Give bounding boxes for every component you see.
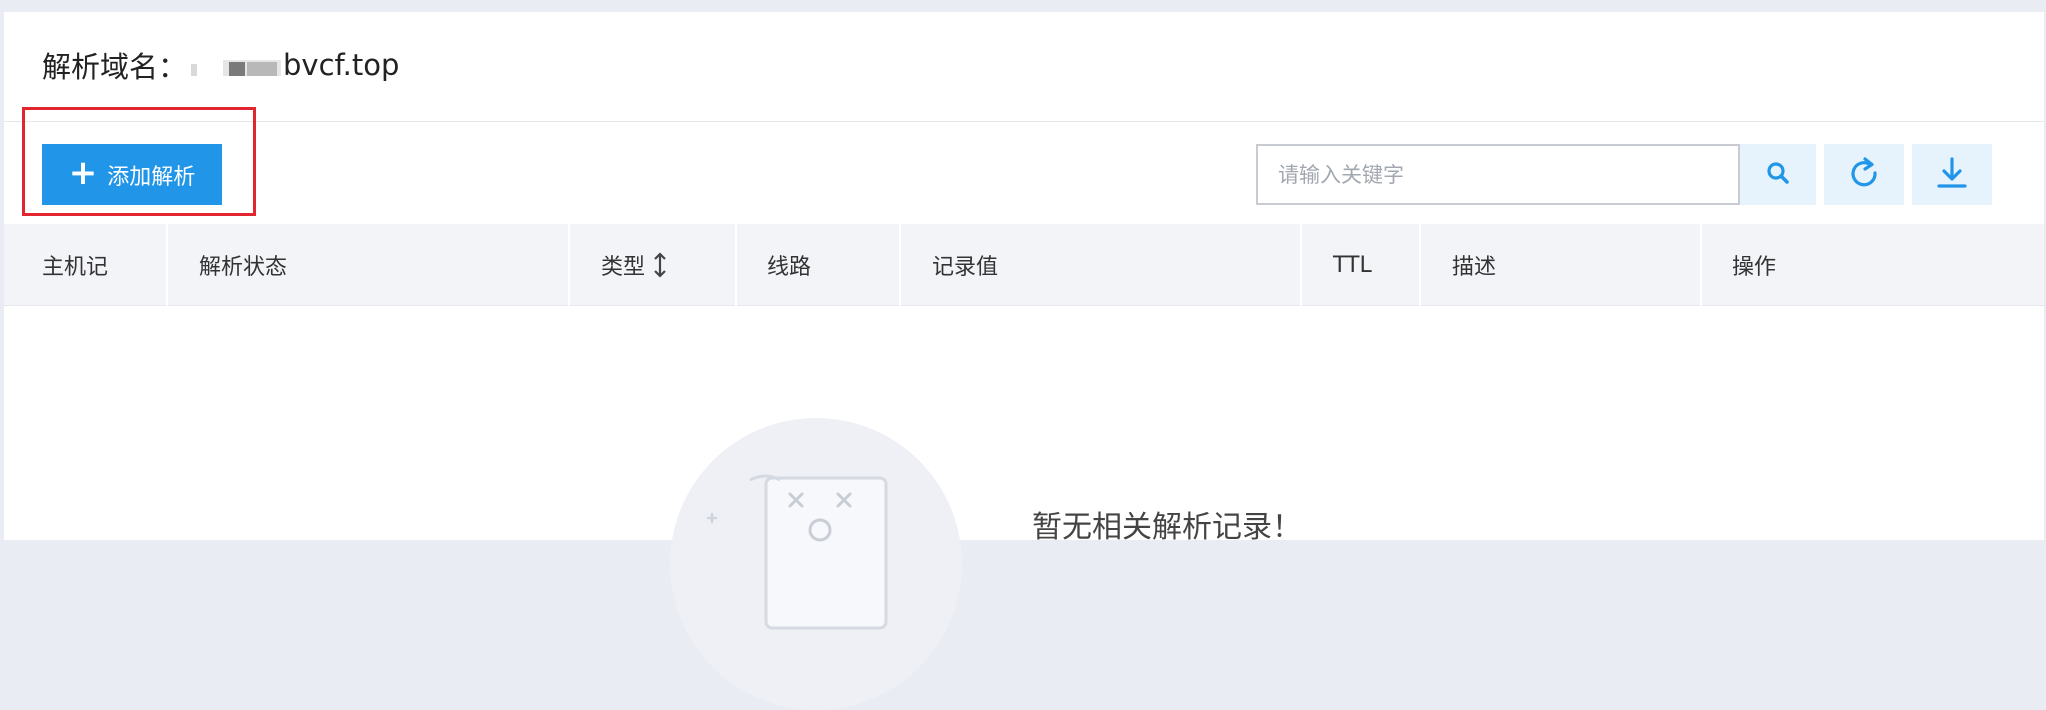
redacted-domain-prefix — [189, 52, 282, 78]
dns-record-panel: 解析域名： bvcf.top + 添加解析 请输入关键字 主机记 解析状态 类型… — [4, 12, 2044, 710]
search-icon — [1765, 160, 1791, 189]
column-divider — [899, 224, 901, 306]
column-header-label: 类型 — [601, 255, 646, 280]
column-header-type[interactable]: 类型 — [601, 224, 667, 306]
domain-header: 解析域名： bvcf.top — [4, 12, 2044, 122]
empty-state: 暂无相关解析记录！ — [4, 306, 2044, 710]
column-header-host: 主机记 — [42, 224, 108, 306]
column-divider — [1700, 224, 1702, 306]
domain-label: 解析域名： — [42, 50, 188, 84]
column-divider — [1300, 224, 1302, 306]
table-header: 主机记 解析状态 类型 线路 记录值 TTL 描述 操作 — [4, 224, 2044, 306]
column-header-ttl: TTL — [1333, 224, 1372, 306]
download-button[interactable] — [1912, 144, 1992, 205]
column-header-label: 描述 — [1452, 255, 1497, 280]
plus-icon: + — [68, 153, 98, 193]
download-icon — [1935, 156, 1969, 193]
column-header-label: 解析状态 — [199, 255, 288, 280]
column-header-label: 操作 — [1732, 255, 1777, 280]
add-record-label: 添加解析 — [107, 164, 196, 190]
empty-state-illustration — [670, 418, 962, 710]
refresh-button[interactable] — [1824, 144, 1904, 205]
column-header-line: 线路 — [767, 224, 811, 306]
column-header-label: TTL — [1333, 252, 1372, 278]
column-header-record-value: 记录值 — [932, 224, 998, 306]
domain-value: bvcf.top — [283, 48, 400, 82]
domain-title: 解析域名： bvcf.top — [42, 44, 399, 86]
column-divider — [568, 224, 570, 306]
add-record-button[interactable]: + 添加解析 — [42, 144, 222, 205]
column-header-status: 解析状态 — [199, 224, 287, 306]
empty-state-message: 暂无相关解析记录！ — [1032, 510, 1302, 545]
refresh-icon — [1847, 156, 1881, 193]
sort-icon[interactable] — [653, 252, 667, 278]
column-header-actions: 操作 — [1732, 224, 1776, 306]
column-divider — [166, 224, 168, 306]
column-divider — [735, 224, 737, 306]
column-header-label: 线路 — [767, 255, 812, 280]
column-header-description: 描述 — [1452, 224, 1496, 306]
search-button[interactable] — [1740, 144, 1816, 205]
column-header-label: 记录值 — [932, 255, 999, 280]
column-divider — [1419, 224, 1421, 306]
column-header-label: 主机记 — [42, 255, 109, 280]
keyword-search-input[interactable] — [1256, 144, 1740, 205]
